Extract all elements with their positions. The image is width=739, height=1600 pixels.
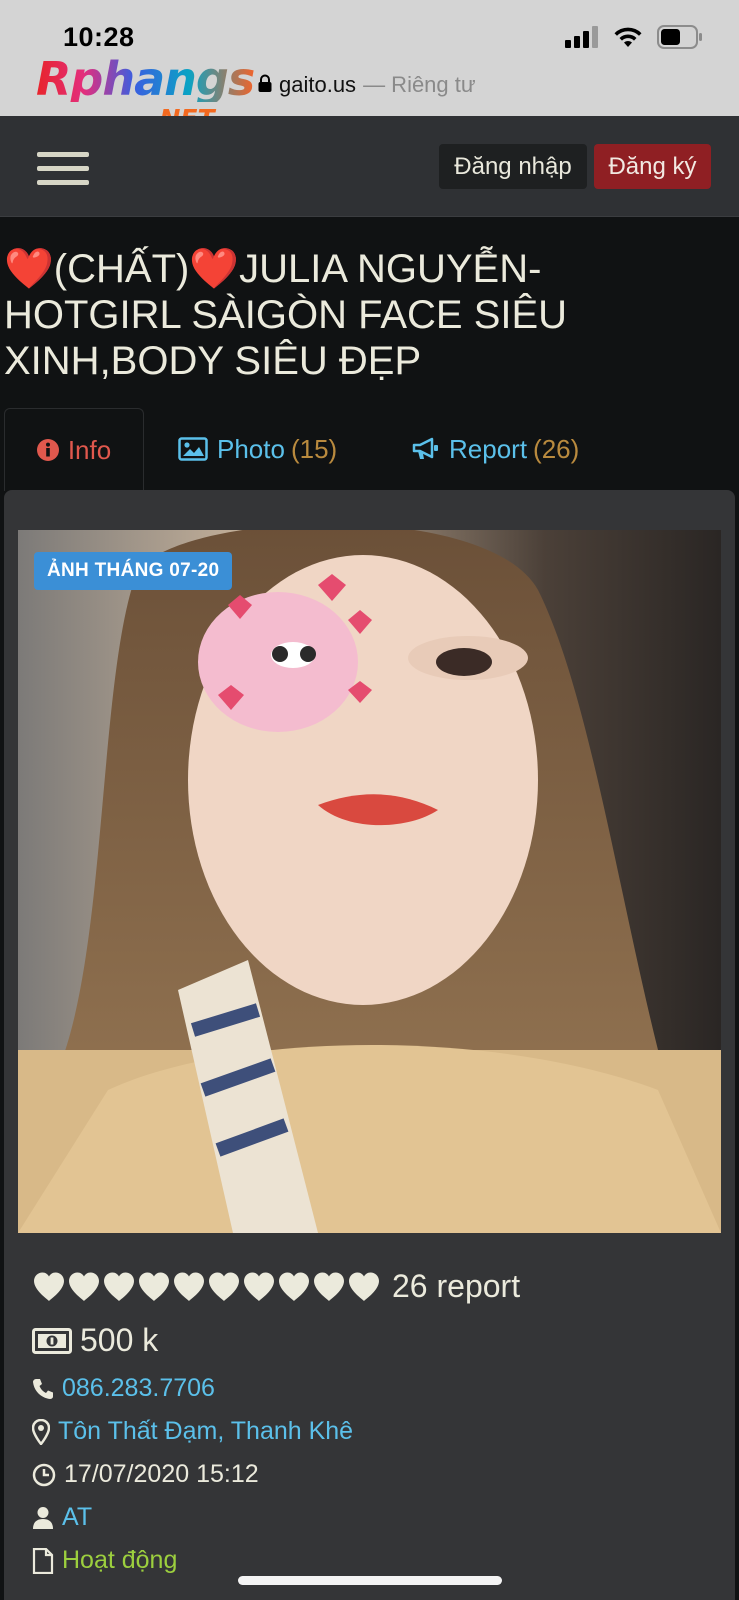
address-bar[interactable]: gaito.us — Riêng tư xyxy=(258,72,476,98)
tab-info-label: Info xyxy=(67,434,112,465)
image-icon xyxy=(178,437,208,461)
info-icon xyxy=(36,439,59,461)
status-row: Hoạt động xyxy=(32,1546,177,1575)
signup-button[interactable]: Đăng ký xyxy=(594,144,711,189)
logo-text: Rphangs xyxy=(36,52,255,106)
report-count: 26 report xyxy=(392,1268,521,1304)
tab-photo-label: Photo xyxy=(217,433,285,464)
listing-tabs: Info Photo (15) Report (26) xyxy=(4,408,734,491)
photo-badge: ẢNH THÁNG 07-20 xyxy=(34,552,233,590)
tab-info[interactable]: Info xyxy=(4,408,144,491)
url-domain: gaito.us xyxy=(279,72,357,97)
hamburger-menu-icon[interactable] xyxy=(37,152,89,188)
tab-report-count: (26) xyxy=(533,433,580,464)
tab-photo[interactable]: Photo (15) xyxy=(178,408,337,490)
date-row: 17/07/2020 15:12 xyxy=(32,1460,259,1489)
profile-photo[interactable]: ẢNH THÁNG 07-20 xyxy=(18,530,721,1233)
phone-row[interactable]: 086.283.7706 xyxy=(32,1374,215,1403)
tab-photo-count: (15) xyxy=(290,433,338,464)
user-row[interactable]: AT xyxy=(32,1503,92,1532)
money-icon xyxy=(32,1327,72,1354)
clock-icon xyxy=(32,1463,56,1487)
tab-report[interactable]: Report (26) xyxy=(412,408,579,490)
user-value[interactable]: AT xyxy=(62,1503,92,1532)
status-time: 10:28 xyxy=(63,22,135,52)
url-privacy: — Riêng tư xyxy=(363,72,476,97)
rating-row: 26 report xyxy=(32,1268,520,1305)
price-row: 500 k xyxy=(32,1322,158,1359)
file-icon xyxy=(32,1547,54,1574)
status-value: Hoạt động xyxy=(62,1546,178,1574)
phone-value[interactable]: 086.283.7706 xyxy=(62,1374,215,1403)
battery-icon xyxy=(657,25,703,54)
map-marker-icon xyxy=(32,1418,50,1445)
heart-icon xyxy=(349,1272,379,1301)
address-value[interactable]: Tôn Thất Đạm, Thanh Khê xyxy=(58,1417,353,1446)
heart-icon xyxy=(209,1272,239,1301)
system-icons xyxy=(565,25,703,54)
heart-icon xyxy=(104,1272,134,1301)
listing-title: ❤️(CHẤT)❤️JULIA NGUYỄN-HOTGIRL SÀIGÒN FA… xyxy=(4,247,568,383)
user-icon xyxy=(32,1506,54,1530)
profile-photo-image xyxy=(18,530,721,1233)
heart-icon xyxy=(139,1272,169,1301)
price-value: 500 k xyxy=(80,1322,159,1358)
lock-icon xyxy=(258,72,272,98)
tab-report-label: Report xyxy=(449,433,528,464)
heart-icon xyxy=(69,1272,99,1301)
heart-icon xyxy=(34,1272,64,1301)
heart-icon xyxy=(314,1272,344,1301)
date-value: 17/07/2020 15:12 xyxy=(64,1460,259,1488)
status-bar: 10:28 Rphangs .NET xyxy=(0,0,739,133)
signal-icon xyxy=(565,26,599,53)
phone-icon xyxy=(32,1378,54,1400)
heart-icon xyxy=(244,1272,274,1301)
address-row[interactable]: Tôn Thất Đạm, Thanh Khê xyxy=(32,1417,353,1446)
info-panel: ẢNH THÁNG 07-20 26 report 500 k 086.283.… xyxy=(4,490,735,1600)
home-indicator[interactable] xyxy=(238,1576,502,1585)
site-logo[interactable]: Rphangs .NET xyxy=(36,52,255,133)
wifi-icon xyxy=(613,26,643,53)
site-navbar: Đăng nhập Đăng ký xyxy=(0,116,739,217)
heart-icon xyxy=(279,1272,309,1301)
login-button[interactable]: Đăng nhập xyxy=(439,144,587,189)
megaphone-icon xyxy=(412,437,440,461)
heart-icon xyxy=(174,1272,204,1301)
heart-rating xyxy=(32,1271,381,1302)
